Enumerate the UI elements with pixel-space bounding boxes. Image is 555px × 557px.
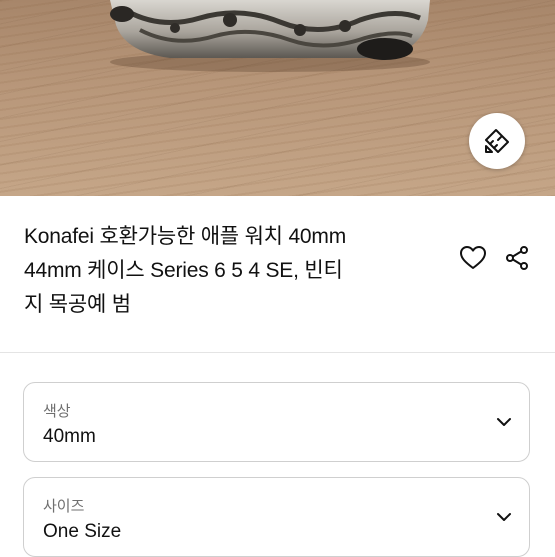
size-select-label: 사이즈 <box>43 498 85 515</box>
size-select-value: One Size <box>43 521 122 542</box>
wishlist-button[interactable] <box>458 243 488 273</box>
ruler-icon <box>485 129 509 153</box>
watch-case-photo <box>110 0 430 72</box>
product-image[interactable] <box>0 0 555 196</box>
product-title-line-2: 44mm 케이스 Series 6 5 4 SE, 빈티 <box>24 259 343 282</box>
color-select-label: 색상 <box>43 403 71 420</box>
product-title-line-3: 지 목공예 범 <box>24 293 131 316</box>
share-button[interactable] <box>502 243 532 273</box>
heart-icon <box>460 246 486 269</box>
chevron-down-icon <box>497 418 511 426</box>
color-select[interactable]: 색상 40mm <box>23 382 530 462</box>
size-guide-button[interactable] <box>469 113 525 169</box>
color-select-value: 40mm <box>43 426 96 447</box>
product-title-line-1: Konafei 호환가능한 애플 워치 40mm <box>24 225 346 248</box>
share-icon <box>506 246 528 270</box>
product-title-block: Konafei 호환가능한 애플 워치 40mm 44mm 케이스 Series… <box>24 220 444 322</box>
chevron-down-icon <box>497 513 511 521</box>
product-title: Konafei 호환가능한 애플 워치 40mm 44mm 케이스 Series… <box>24 220 444 322</box>
section-divider <box>0 352 555 353</box>
size-select[interactable]: 사이즈 One Size <box>23 477 530 557</box>
